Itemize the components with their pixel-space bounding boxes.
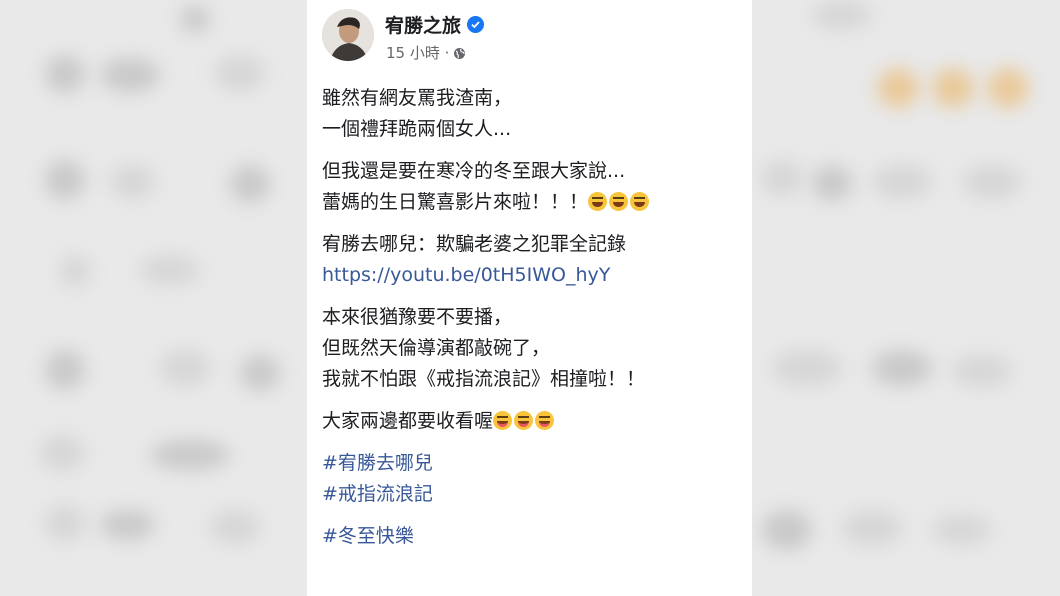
paragraph-3: 宥勝去哪兒：欺騙老婆之犯罪全記錄 https://youtu.be/0tH5IW…: [322, 229, 742, 291]
text-line: 我就不怕跟《戒指流浪記》相撞啦！！: [322, 368, 646, 390]
laughing-emoji-icon: [630, 192, 650, 211]
hashtags: #宥勝去哪兒 #戒指流浪記 #冬至快樂: [322, 448, 742, 552]
text-line: 一個禮拜跪兩個女人...: [322, 118, 512, 140]
text-line: 雖然有網友罵我渣南，: [322, 87, 513, 109]
text-line: 宥勝去哪兒：欺騙老婆之犯罪全記錄: [322, 233, 627, 255]
hashtag-link[interactable]: #冬至快樂: [322, 521, 742, 552]
paragraph-5: 大家兩邊都要收看喔: [322, 406, 742, 437]
post-meta: 15 小時 ·: [386, 42, 466, 63]
text-line-with-emoji: 蕾媽的生日驚喜影片來啦！！！: [322, 187, 742, 218]
post-body: 雖然有網友罵我渣南， 一個禮拜跪兩個女人... 但我還是要在寒冷的冬至跟大家說.…: [322, 83, 742, 563]
paragraph-1: 雖然有網友罵我渣南， 一個禮拜跪兩個女人...: [322, 83, 742, 145]
globe-icon[interactable]: [453, 46, 466, 59]
post-time[interactable]: 15 小時 ·: [386, 42, 449, 63]
tongue-out-emoji-icon: [514, 411, 534, 430]
author-name-text[interactable]: 宥勝之旅: [385, 11, 461, 38]
paragraph-4: 本來很猶豫要不要播， 但既然天倫導演都敲碗了， 我就不怕跟《戒指流浪記》相撞啦！…: [322, 302, 742, 395]
verified-badge-icon: [467, 16, 485, 33]
blurred-background-left: [0, 0, 307, 596]
laughing-emoji-icon: [588, 192, 608, 211]
youtube-link[interactable]: https://youtu.be/0tH5IWO_hyY: [322, 260, 742, 291]
tongue-out-emoji-icon: [493, 411, 513, 430]
text-line-with-emoji: 大家兩邊都要收看喔: [322, 406, 742, 437]
text-line: 本來很猶豫要不要播，: [322, 306, 513, 328]
text-line: 蕾媽的生日驚喜影片來啦！！！: [322, 191, 589, 213]
author-avatar[interactable]: [322, 9, 374, 61]
text-line: 大家兩邊都要收看喔: [322, 410, 494, 432]
hashtag-link[interactable]: #戒指流浪記: [322, 479, 742, 510]
text-line: 但我還是要在寒冷的冬至跟大家說...: [322, 160, 626, 182]
laughing-emoji-icon: [609, 192, 629, 211]
facebook-post: 宥勝之旅 15 小時 · 雖然有網友罵我渣南， 一個禮拜跪兩個女人... 但我還…: [307, 0, 752, 596]
author-name[interactable]: 宥勝之旅: [385, 11, 485, 38]
tongue-out-emoji-icon: [535, 411, 555, 430]
blurred-background-right: [752, 0, 1060, 596]
hashtag-link[interactable]: #宥勝去哪兒: [322, 448, 742, 479]
text-line: 但既然天倫導演都敲碗了，: [322, 337, 551, 359]
paragraph-2: 但我還是要在寒冷的冬至跟大家說... 蕾媽的生日驚喜影片來啦！！！: [322, 156, 742, 218]
